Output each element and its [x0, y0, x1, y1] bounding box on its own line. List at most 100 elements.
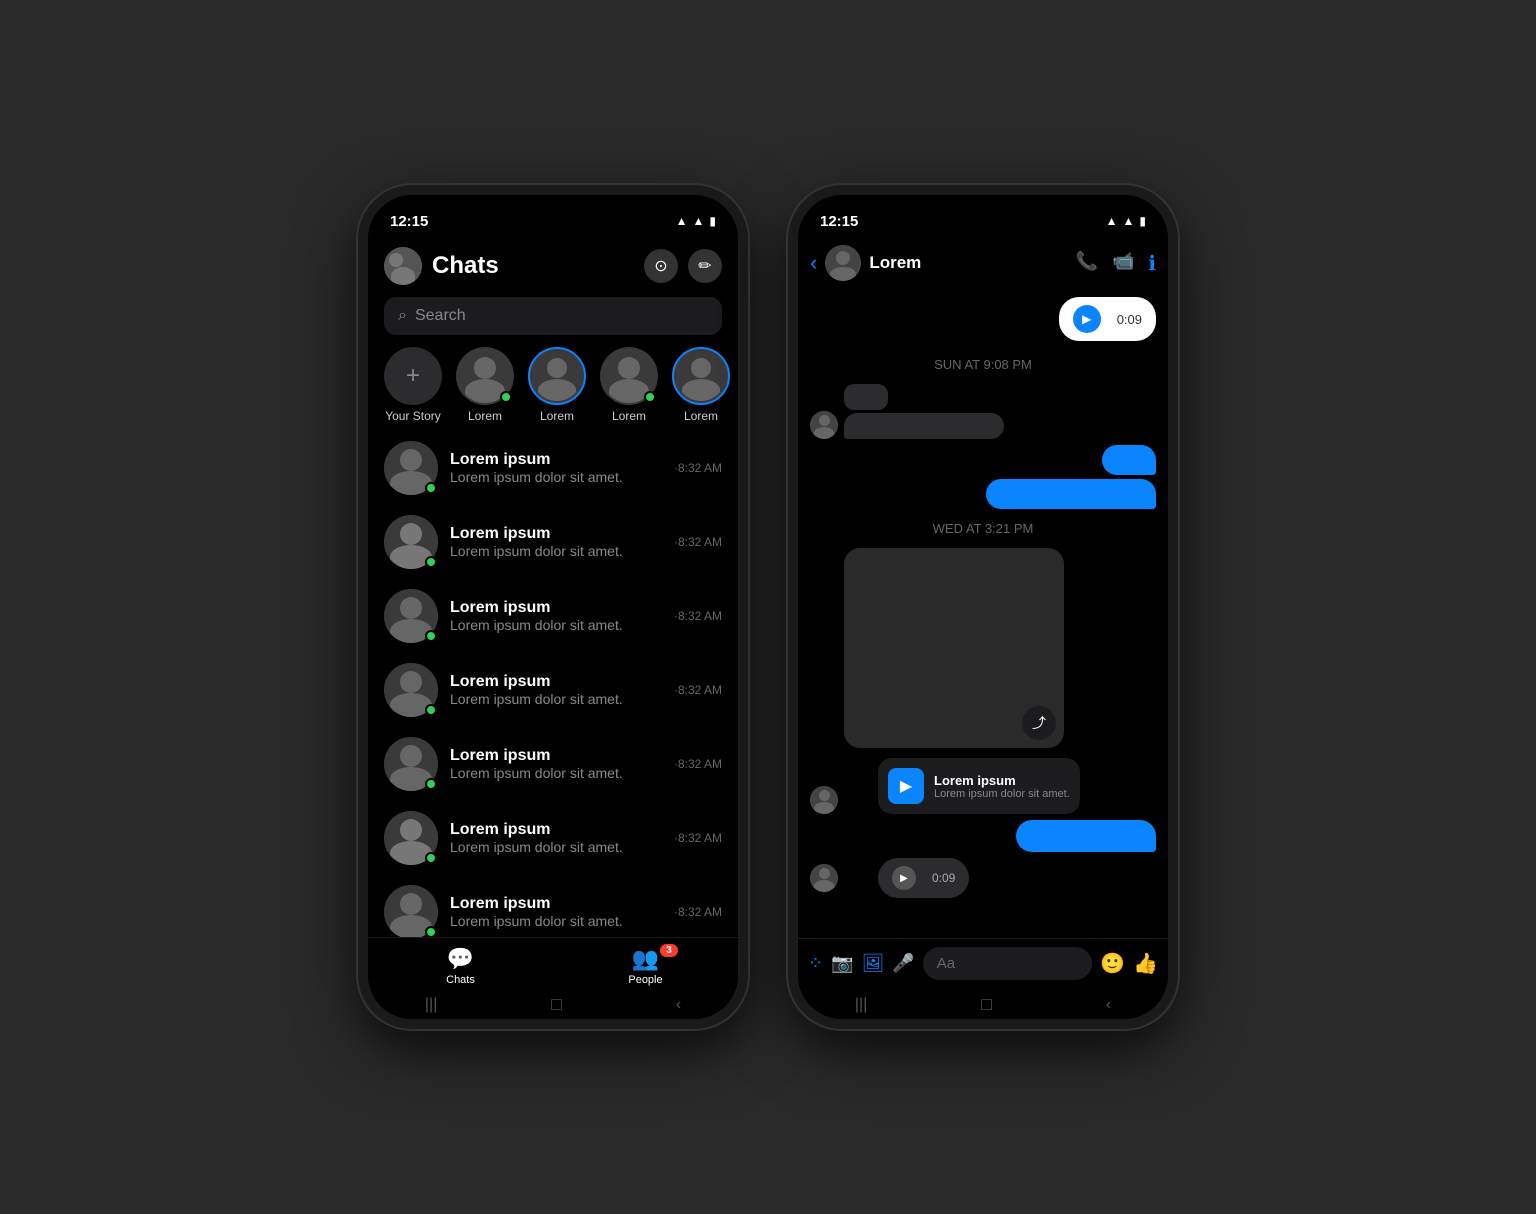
chat-item-5[interactable]: Lorem ipsum Lorem ipsum dolor sit amet. … [368, 801, 738, 875]
share-button[interactable]: ⤴ [1022, 706, 1056, 740]
play-button-top[interactable]: ▶ [1073, 305, 1101, 333]
chat-info-2: Lorem ipsum Lorem ipsum dolor sit amet. [450, 599, 662, 633]
chat-info-4: Lorem ipsum Lorem ipsum dolor sit amet. [450, 747, 662, 781]
story-label-4: Lorem [684, 409, 718, 423]
back-gesture: ||| [425, 996, 437, 1014]
battery-icon-r: ▮ [1139, 214, 1146, 228]
chats-header: Chats ⊙ ✏ [368, 239, 738, 293]
audio-msg-received: ▶ 0:09 [878, 858, 969, 898]
sent-bubble-after-link [1016, 820, 1156, 852]
search-bar[interactable]: ⌕ Search [384, 297, 722, 335]
wifi-icon: ▲ [676, 214, 688, 228]
bottom-nav: 💬 Chats 3 👥 People [368, 937, 738, 988]
home-gesture-r: □ [981, 994, 992, 1015]
story-1[interactable]: Lorem [456, 347, 514, 423]
chat-name-2: Lorem ipsum [450, 599, 662, 617]
received-group-1 [810, 384, 1156, 439]
action-icons: 📞 📹 ℹ [1076, 251, 1156, 276]
left-screen: 12:15 ▲ ▲ ▮ Chats ⊙ ✏ [368, 195, 738, 1019]
edit-icon: ✏ [698, 256, 711, 276]
story-3[interactable]: Lorem [600, 347, 658, 423]
people-nav-icon: 👥 [632, 946, 659, 972]
chat-item-2[interactable]: Lorem ipsum Lorem ipsum dolor sit amet. … [368, 579, 738, 653]
video-icon[interactable]: 📹 [1112, 251, 1134, 276]
camera-input-icon[interactable]: 📷 [831, 953, 853, 974]
chats-nav-label: Chats [446, 974, 475, 986]
audio-duration-received: 0:09 [932, 871, 955, 885]
camera-button[interactable]: ⊙ [644, 249, 678, 283]
chat-name-0: Lorem ipsum [450, 451, 662, 469]
like-icon[interactable]: 👍 [1133, 951, 1158, 976]
gallery-icon[interactable]: 🖼 [862, 953, 885, 974]
shared-image-container: ⤴ [844, 548, 1064, 748]
sent-bubble-short [1102, 445, 1156, 475]
story-label-1: Lorem [468, 409, 502, 423]
chat-info-5: Lorem ipsum Lorem ipsum dolor sit amet. [450, 821, 662, 855]
link-preview[interactable]: ▶ Lorem ipsum Lorem ipsum dolor sit amet… [878, 758, 1080, 814]
apps-icon[interactable]: ⁘ [808, 953, 823, 974]
home-bar-left: ||| □ ‹ [368, 988, 738, 1019]
chats-nav-icon: 💬 [447, 946, 474, 972]
chat-item-0[interactable]: Lorem ipsum Lorem ipsum dolor sit amet. … [368, 431, 738, 505]
received-bubbles-1 [844, 384, 1004, 439]
chat-preview-1: Lorem ipsum dolor sit amet. [450, 543, 662, 559]
plus-icon: + [406, 362, 420, 390]
date-divider-2: WED AT 3:21 PM [810, 515, 1156, 542]
contact-avatar[interactable] [825, 245, 861, 281]
home-bar-right: ||| □ ‹ [798, 988, 1168, 1019]
user-avatar[interactable] [384, 247, 422, 285]
time-right: 12:15 [820, 213, 858, 230]
story-avatar-1 [456, 347, 514, 405]
search-input[interactable]: Search [415, 307, 466, 325]
message-input[interactable]: Aa [923, 947, 1092, 980]
chat-avatar-4 [384, 737, 438, 791]
status-bar-right: 12:15 ▲ ▲ ▮ [798, 195, 1168, 239]
sent-bubble-long [986, 479, 1156, 509]
wifi-icon-r: ▲ [1106, 214, 1118, 228]
signal-icon: ▲ [693, 214, 705, 228]
info-icon[interactable]: ℹ [1148, 251, 1156, 276]
status-bar-left: 12:15 ▲ ▲ ▮ [368, 195, 738, 239]
left-phone: 12:15 ▲ ▲ ▮ Chats ⊙ ✏ [358, 185, 748, 1029]
chat-item-4[interactable]: Lorem ipsum Lorem ipsum dolor sit amet. … [368, 727, 738, 801]
link-info: Lorem ipsum Lorem ipsum dolor sit amet. [934, 773, 1070, 800]
chat-avatar-2 [384, 589, 438, 643]
sender-avatar-1 [810, 411, 838, 439]
sender-avatar-2 [810, 786, 838, 814]
mic-icon[interactable]: 🎤 [892, 953, 914, 974]
chat-item-1[interactable]: Lorem ipsum Lorem ipsum dolor sit amet. … [368, 505, 738, 579]
camera-icon: ⊙ [654, 256, 667, 276]
chat-time-1: ·8:32 AM [674, 535, 722, 549]
link-description: Lorem ipsum dolor sit amet. [934, 788, 1070, 800]
chat-info-0: Lorem ipsum Lorem ipsum dolor sit amet. [450, 451, 662, 485]
story-4[interactable]: Lorem [672, 347, 730, 423]
recents-gesture-r: ‹ [1106, 996, 1111, 1014]
right-screen: 12:15 ▲ ▲ ▮ ‹ Lorem 📞 📹 ℹ [798, 195, 1168, 1019]
chat-preview-5: Lorem ipsum dolor sit amet. [450, 839, 662, 855]
online-indicator-1 [500, 391, 512, 403]
chat-item-3[interactable]: Lorem ipsum Lorem ipsum dolor sit amet. … [368, 653, 738, 727]
chat-name-1: Lorem ipsum [450, 525, 662, 543]
chat-time-2: ·8:32 AM [674, 609, 722, 623]
nav-chats[interactable]: 💬 Chats [368, 946, 553, 986]
story-label-2: Lorem [540, 409, 574, 423]
audio-received-row: ▶ 0:09 [810, 858, 1156, 898]
story-2[interactable]: Lorem [528, 347, 586, 423]
message-area: ▶ 0:09 SUN AT 9:08 PM [798, 287, 1168, 938]
chat-time-0: ·8:32 AM [674, 461, 722, 475]
your-story[interactable]: + Your Story [384, 347, 442, 423]
back-button[interactable]: ‹ [810, 250, 817, 276]
chat-info-6: Lorem ipsum Lorem ipsum dolor sit amet. [450, 895, 662, 929]
stories-row: + Your Story Lorem [368, 343, 738, 431]
compose-button[interactable]: ✏ [688, 249, 722, 283]
people-badge: 3 [660, 944, 678, 957]
nav-people[interactable]: 3 👥 People [553, 946, 738, 986]
time-left: 12:15 [390, 213, 428, 230]
chat-item-6[interactable]: Lorem ipsum Lorem ipsum dolor sit amet. … [368, 875, 738, 937]
phone-icon[interactable]: 📞 [1076, 251, 1098, 276]
add-story-btn[interactable]: + [384, 347, 442, 405]
emoji-icon[interactable]: 🙂 [1100, 951, 1125, 976]
input-bar: ⁘ 📷 🖼 🎤 Aa 🙂 👍 [798, 938, 1168, 988]
play-button-received[interactable]: ▶ [892, 866, 916, 890]
back-gesture-r: ||| [855, 996, 867, 1014]
